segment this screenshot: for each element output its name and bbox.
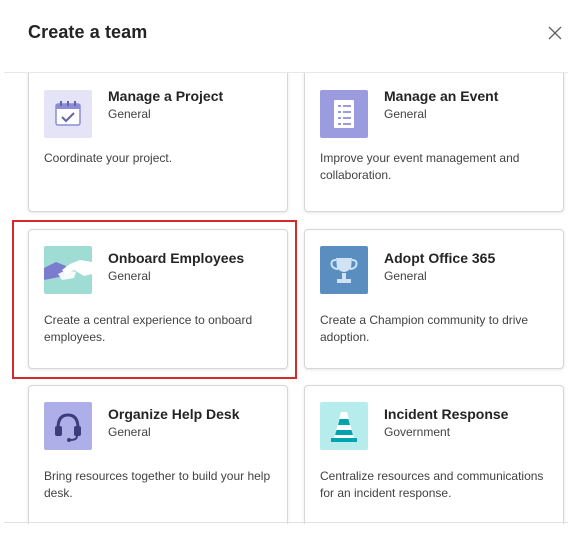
template-card-help-desk[interactable]: Organize Help Desk General Bring resourc… xyxy=(28,385,288,524)
card-description: Bring resources together to build your h… xyxy=(44,469,271,500)
clipboard-list-icon xyxy=(320,90,368,138)
template-card-adopt-office[interactable]: Adopt Office 365 General Create a Champi… xyxy=(304,229,564,369)
card-subtitle: General xyxy=(384,107,427,121)
headset-icon xyxy=(44,402,92,450)
template-card-manage-event[interactable]: Manage an Event General Improve your eve… xyxy=(304,73,564,212)
card-description: Create a Champion community to drive ado… xyxy=(320,313,529,344)
card-subtitle: General xyxy=(108,425,151,439)
handshake-icon xyxy=(44,246,92,294)
footer-divider xyxy=(4,522,568,523)
dialog-title: Create a team xyxy=(28,22,148,42)
card-title: Adopt Office 365 xyxy=(384,250,496,266)
card-subtitle: Government xyxy=(384,425,451,439)
card-title: Onboard Employees xyxy=(108,250,245,266)
template-card-incident-response[interactable]: Incident Response Government Centralize … xyxy=(304,385,564,524)
card-subtitle: General xyxy=(108,107,151,121)
template-list[interactable]: Manage a Project General Coordinate your… xyxy=(4,72,568,524)
dialog-header: Create a team xyxy=(0,0,572,72)
card-subtitle: General xyxy=(108,269,151,283)
card-title: Manage an Event xyxy=(384,88,499,104)
template-card-onboard-employees[interactable]: Onboard Employees General Create a centr… xyxy=(28,229,288,369)
template-card-manage-project[interactable]: Manage a Project General Coordinate your… xyxy=(28,73,288,212)
card-title: Organize Help Desk xyxy=(108,406,240,422)
traffic-cone-icon xyxy=(320,402,368,450)
close-icon[interactable] xyxy=(546,24,564,42)
card-title: Incident Response xyxy=(384,406,509,422)
card-title: Manage a Project xyxy=(108,88,224,104)
calendar-check-icon xyxy=(44,90,92,138)
card-description: Centralize resources and communications … xyxy=(320,469,544,500)
card-description: Coordinate your project. xyxy=(44,151,173,165)
card-subtitle: General xyxy=(384,269,427,283)
trophy-icon xyxy=(320,246,368,294)
card-description: Improve your event management and collab… xyxy=(320,151,520,182)
card-description: Create a central experience to onboard e… xyxy=(44,313,253,344)
